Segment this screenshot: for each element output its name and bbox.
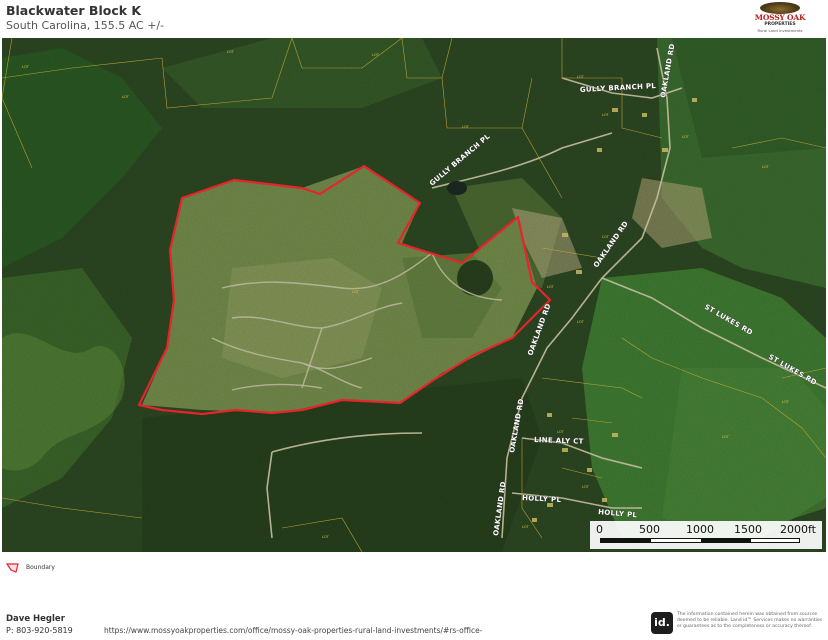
map-svg: LOT LOT LOT LOT LOT LOT LOT LOT LOT LOT … — [2, 38, 826, 552]
page-title: Blackwater Block K — [6, 3, 142, 18]
scale-tick-label: 1500 — [734, 523, 762, 536]
scale-segment — [701, 539, 751, 542]
logo-name: MOSSY OAK — [754, 13, 806, 22]
logo-line2: Rural Land Investments — [757, 28, 803, 33]
boundary-legend-icon — [6, 563, 19, 573]
scale-bar: 0 500 1000 1500 2000ft — [590, 521, 822, 549]
legend-label: Boundary — [26, 564, 55, 571]
mossy-oak-logo: MOSSY OAK PROPERTIES Rural Land Investme… — [748, 2, 812, 36]
imagery-texture — [2, 38, 826, 552]
scale-bar-track — [600, 538, 800, 543]
agent-phone: P: 803-920-5819 — [6, 626, 73, 635]
land-id-logo: id. — [651, 612, 673, 634]
scale-tick-label: 2000ft — [780, 523, 816, 536]
agent-url-link[interactable]: https://www.mossyoakproperties.com/offic… — [104, 626, 482, 635]
map-header: Blackwater Block K South Carolina, 155.5… — [0, 0, 828, 38]
page-subtitle: South Carolina, 155.5 AC +/- — [6, 19, 165, 32]
aerial-map[interactable]: LOT LOT LOT LOT LOT LOT LOT LOT LOT LOT … — [2, 38, 826, 552]
scale-tick-label: 500 — [639, 523, 660, 536]
disclaimer-text: The information contained herein was obt… — [677, 612, 823, 629]
logo-line1: PROPERTIES — [764, 22, 796, 27]
map-footer: Dave Hegler P: 803-920-5819 https://www.… — [0, 608, 828, 640]
scale-segment — [601, 539, 651, 542]
scale-tick-label: 1000 — [686, 523, 714, 536]
scale-tick-label: 0 — [596, 523, 603, 536]
agent-name: Dave Hegler — [6, 614, 65, 624]
